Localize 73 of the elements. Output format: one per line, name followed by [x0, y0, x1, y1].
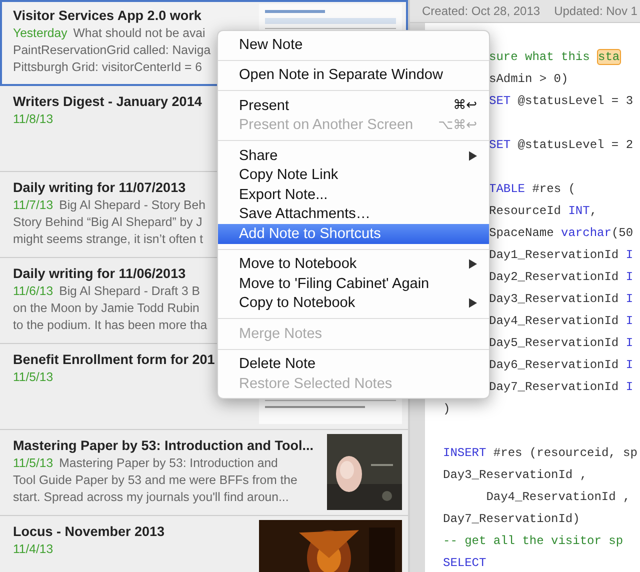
note-date: 11/7/13 — [13, 198, 54, 212]
code-text: I — [626, 380, 634, 394]
submenu-arrow-icon — [469, 150, 477, 161]
code-text: I — [626, 358, 634, 372]
code-text: SET — [489, 138, 511, 152]
code-text: Day2_ReservationId — [489, 270, 620, 284]
note-snippet: Pittsburgh Grid: visitorCenterId = 6 — [13, 60, 202, 74]
code-text: Day6_ReservationId — [489, 358, 620, 372]
code-text: Day4_ReservationId , — [485, 490, 630, 504]
code-text: ResourceId — [489, 204, 562, 218]
note-snippet: Big Al Shepard - Draft 3 B — [59, 284, 200, 298]
search-match: sta — [597, 49, 621, 65]
created-date: Created: Oct 28, 2013 — [422, 4, 540, 18]
code-text: I — [626, 270, 634, 284]
code-text: #res ( — [531, 182, 576, 196]
note-date: 11/5/13 — [13, 456, 54, 470]
code-text: Day4_ReservationId — [489, 314, 620, 328]
code-text: SET — [489, 94, 511, 108]
code-text: sAdmin > 0) — [489, 72, 568, 86]
code-text: #res (resourceid, sp — [492, 446, 638, 460]
code-text: Day7_ReservationId — [489, 380, 620, 394]
code-text: Day3_ReservationId , — [443, 468, 588, 482]
note-snippet: What should not be avai — [73, 26, 206, 40]
note-title: Writers Digest - January 2014 — [13, 94, 202, 109]
note-title: Mastering Paper by 53: Introduction and Tool... — [13, 438, 314, 453]
code-text: SELECT — [443, 556, 486, 570]
code-text: Day5_ReservationId — [489, 336, 620, 350]
note-snippet: Mastering Paper by 53: Introduction and — [59, 456, 278, 470]
code-text: Day3_ReservationId — [489, 292, 620, 306]
menu-item[interactable]: Add Note to Shortcuts — [218, 224, 489, 244]
code-text: I — [626, 336, 634, 350]
note-title: Daily writing for 11/06/2013 — [13, 266, 186, 281]
code-text: ) — [443, 402, 450, 416]
note-snippet: Big Al Shepard - Story Beh — [59, 198, 206, 212]
code-text: INT — [568, 204, 590, 218]
submenu-arrow-icon — [469, 298, 477, 308]
code-text: I — [626, 292, 634, 306]
code-text: , — [590, 204, 598, 218]
code-text: @statusLevel = 2 — [516, 138, 634, 152]
submenu-arrow-icon — [469, 259, 477, 270]
note-date: 11/6/13 — [13, 284, 54, 298]
note-title: Locus - November 2013 — [13, 524, 165, 539]
code-text: -- get all the visitor sp — [443, 534, 624, 548]
code-text: varchar — [561, 226, 612, 240]
code-text: INSERT — [443, 446, 486, 460]
note-item[interactable]: Mastering Paper by 53: Introduction and Tool... 11/5/13 Mastering Paper by 53: Introduction and Tool Guide Paper by 53 and me were BFFs from the start. Spread across my journals you'll find aroun... — [0, 430, 408, 516]
note-snippet: might seems strange, it isn’t often t — [13, 232, 204, 246]
shortcut-label: ⌘↩ — [453, 98, 477, 114]
note-snippet: Tool Guide Paper by 53 and me were BFFs from the — [13, 473, 298, 487]
note-title: Daily writing for 11/07/2013 — [13, 180, 186, 195]
note-date: 11/8/13 — [13, 112, 54, 126]
code-text: SpaceName — [489, 226, 555, 240]
note-item[interactable]: Locus - November 2013 11/4/13 — [0, 516, 408, 572]
code-text: TABLE — [489, 182, 526, 196]
note-snippet: start. Spread across my journals you'll find aroun... — [13, 490, 289, 504]
note-snippet: PaintReservationGrid called: Naviga — [13, 43, 211, 57]
code-text: (50 — [611, 226, 634, 240]
code-text: @statusLevel = 3 — [516, 94, 634, 108]
code-text: Day1_ReservationId — [489, 248, 620, 262]
note-date: 11/5/13 — [13, 370, 54, 384]
note-snippet: on the Moon by Jamie Todd Rubin — [13, 301, 200, 315]
note-title: Visitor Services App 2.0 work — [13, 8, 202, 23]
note-snippet: to the podium. It has been more tha — [13, 318, 208, 332]
note-date: 11/4/13 — [13, 542, 54, 556]
updated-date: Updated: Nov 1 — [554, 4, 638, 18]
code-text: I — [626, 314, 634, 328]
note-snippet: Story Behind “Big Al Shepard” by J — [13, 215, 202, 229]
shortcut-label: ⌥⌘↩ — [438, 118, 477, 133]
code-text: I — [626, 248, 634, 262]
code-text: Day7_ReservationId) — [443, 512, 580, 526]
note-title: Benefit Enrollment form for 201 — [13, 352, 215, 367]
code-text: sure what this — [489, 50, 591, 64]
note-date: Yesterday — [13, 26, 68, 40]
